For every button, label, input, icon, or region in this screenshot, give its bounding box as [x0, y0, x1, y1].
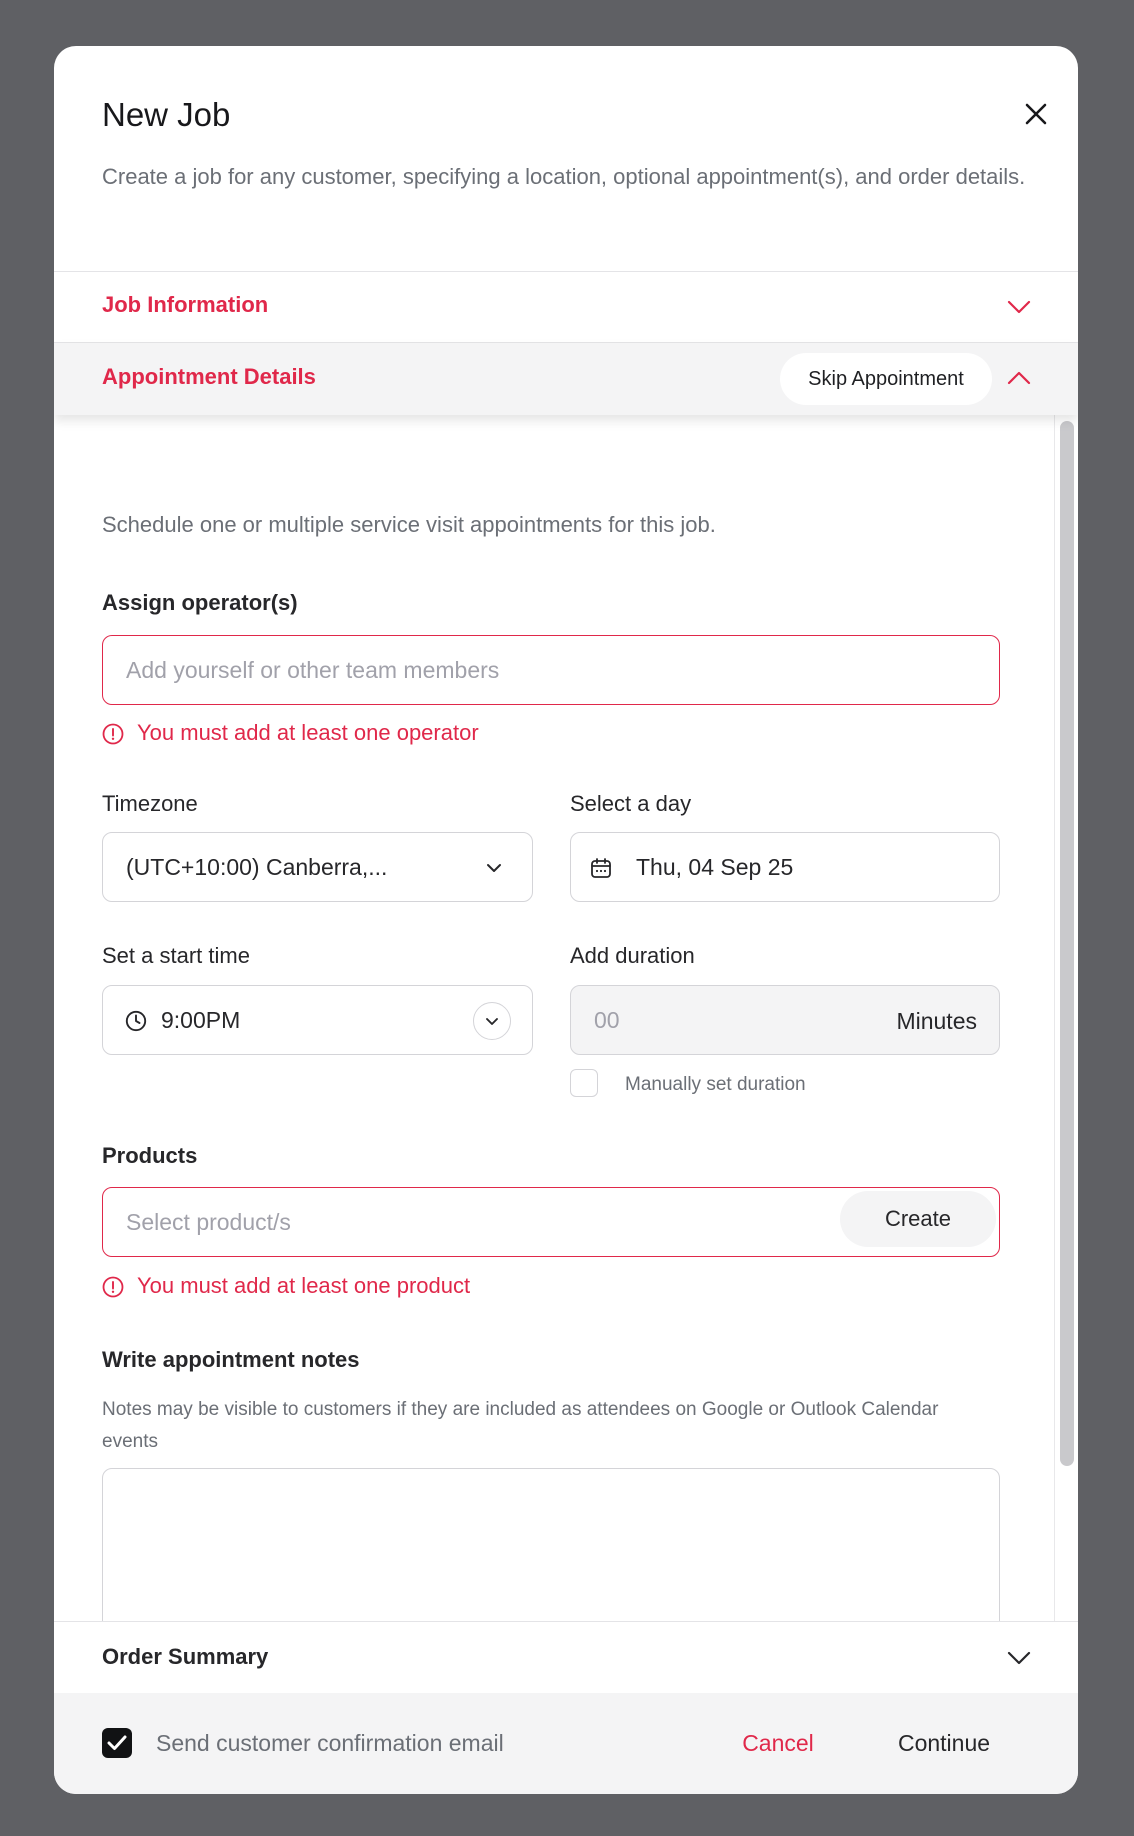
- start-time-picker[interactable]: 9:00PM: [102, 985, 533, 1055]
- assign-operators-placeholder: Add yourself or other team members: [126, 657, 500, 683]
- assign-operators-input[interactable]: Add yourself or other team members: [102, 635, 1000, 705]
- products-placeholder: Select product/s: [126, 1209, 291, 1235]
- chevron-down-icon: [486, 1018, 498, 1025]
- operator-error-text: You must add at least one operator: [137, 720, 479, 745]
- scrollbar-thumb[interactable]: [1060, 421, 1074, 1466]
- product-error-text: You must add at least one product: [137, 1273, 471, 1298]
- notes-help-text: Notes may be visible to customers if the…: [102, 1399, 939, 1452]
- day-value: Thu, 04 Sep 25: [636, 854, 794, 880]
- start-time-label: Set a start time: [102, 943, 250, 968]
- product-error: You must add at least one product: [102, 1273, 522, 1301]
- manual-duration-checkbox[interactable]: [570, 1069, 598, 1097]
- alert-circle-icon: [102, 723, 124, 745]
- skip-appointment-button[interactable]: Skip Appointment: [780, 353, 992, 405]
- modal-subtitle: Create a job for any customer, specifyin…: [102, 164, 1026, 189]
- calendar-icon: [591, 858, 611, 878]
- clock-icon: [125, 1010, 147, 1032]
- modal-title: New Job: [102, 96, 231, 133]
- modal-footer: Send customer confirmation email Cancel …: [54, 1693, 1078, 1794]
- order-summary-section-toggle[interactable]: Order Summary: [54, 1621, 1078, 1693]
- duration-label: Add duration: [570, 943, 695, 968]
- appointment-form: Schedule one or multiple service visit a…: [54, 415, 1078, 1667]
- chevron-down-icon: [487, 864, 501, 872]
- start-time-dropdown-button[interactable]: [473, 1002, 511, 1040]
- create-product-button[interactable]: Create: [840, 1191, 996, 1247]
- timezone-label: Timezone: [102, 791, 198, 816]
- select-day-label: Select a day: [570, 791, 692, 816]
- appointment-intro: Schedule one or multiple service visit a…: [102, 512, 716, 537]
- modal-header: New Job Create a job for any customer, s…: [54, 46, 1078, 272]
- appointment-details-title: Appointment Details: [102, 364, 316, 389]
- timezone-value: (UTC+10:00) Canberra,...: [126, 854, 388, 880]
- start-time-value: 9:00PM: [161, 1007, 241, 1033]
- order-summary-title: Order Summary: [102, 1644, 269, 1669]
- job-information-title: Job Information: [102, 292, 269, 317]
- job-information-section-toggle[interactable]: Job Information: [54, 272, 1078, 343]
- chevron-down-icon: [1007, 300, 1031, 314]
- products-label: Products: [102, 1143, 198, 1168]
- duration-unit: Minutes: [896, 1008, 977, 1034]
- chevron-down-icon: [1007, 1651, 1031, 1665]
- timezone-select[interactable]: (UTC+10:00) Canberra,...: [102, 832, 533, 902]
- new-job-modal: New Job Create a job for any customer, s…: [54, 46, 1078, 1794]
- assign-operators-label: Assign operator(s): [102, 590, 298, 615]
- close-icon: [1025, 103, 1047, 125]
- day-picker[interactable]: Thu, 04 Sep 25: [570, 832, 1000, 902]
- operator-error: You must add at least one operator: [102, 720, 522, 748]
- check-icon: [107, 1735, 127, 1750]
- continue-button[interactable]: Continue: [874, 1720, 1014, 1766]
- scrollbar[interactable]: [1054, 415, 1078, 1667]
- send-email-checkbox[interactable]: [102, 1728, 132, 1758]
- cancel-button[interactable]: Cancel: [718, 1720, 838, 1766]
- chevron-up-icon: [1007, 371, 1031, 385]
- close-button[interactable]: [1020, 98, 1052, 130]
- manual-duration-label: Manually set duration: [625, 1074, 806, 1095]
- send-email-label: Send customer confirmation email: [156, 1730, 504, 1756]
- appointment-details-section-toggle[interactable]: Appointment Details Skip Appointment: [54, 343, 1078, 415]
- duration-placeholder: 00: [594, 1007, 620, 1033]
- notes-label: Write appointment notes: [102, 1347, 360, 1372]
- products-input[interactable]: Select product/s Create: [102, 1187, 1000, 1257]
- alert-circle-icon: [102, 1276, 124, 1298]
- duration-input[interactable]: 00 Minutes: [570, 985, 1000, 1055]
